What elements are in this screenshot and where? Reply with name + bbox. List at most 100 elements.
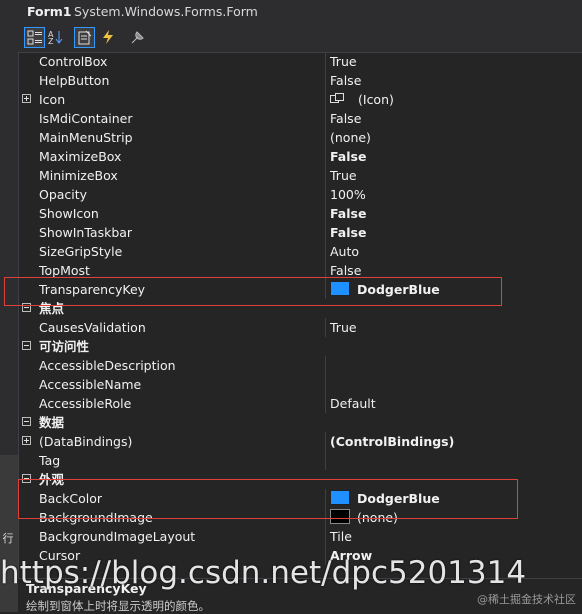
property-value-text: False [330,225,367,240]
collapse-icon[interactable] [22,417,31,426]
property-row[interactable]: Tag [18,451,582,470]
property-value[interactable]: 100% [330,185,366,204]
property-value[interactable]: False [330,223,366,242]
property-row[interactable]: AccessibleName [18,375,582,394]
property-value[interactable]: (ControlBindings) [330,432,454,451]
column-divider[interactable] [325,527,326,546]
column-divider[interactable] [325,185,326,204]
object-name: Form1 [27,4,72,19]
category-row[interactable]: 可访问性 [18,337,582,356]
categorized-icon [27,30,42,45]
property-pages-button[interactable] [128,27,149,48]
column-divider[interactable] [325,128,326,147]
column-divider[interactable] [325,318,326,337]
property-value-text: Default [330,396,376,411]
property-row[interactable]: AccessibleDescription [18,356,582,375]
property-name: CausesValidation [39,320,146,335]
column-divider[interactable] [325,242,326,261]
property-value[interactable]: (Icon) [330,90,394,109]
events-icon [103,30,113,44]
column-divider[interactable] [325,375,326,394]
property-name: IsMdiContainer [39,111,133,126]
property-value[interactable]: Default [330,394,376,413]
svg-text:Z: Z [48,37,54,45]
property-name: ShowIcon [39,206,99,221]
property-value[interactable]: False [330,71,361,90]
property-name: Opacity [39,187,88,202]
property-row[interactable]: ControlBox True [18,52,582,71]
highlight-transparencykey [4,277,502,306]
property-value[interactable]: True [330,166,357,185]
column-divider[interactable] [325,147,326,166]
property-value[interactable]: (none) [330,128,371,147]
category-label: 可访问性 [39,339,90,354]
property-value[interactable]: True [330,52,357,71]
categorized-button[interactable] [24,27,45,48]
property-pages-icon [131,31,144,44]
property-name: HelpButton [39,73,110,88]
property-row[interactable]: BackgroundImageLayout Tile [18,527,582,546]
column-divider[interactable] [325,166,326,185]
column-divider[interactable] [325,204,326,223]
property-value-text: False [330,263,362,278]
highlight-backcolor [18,479,518,519]
collapse-icon[interactable] [22,341,31,350]
alphabetical-button[interactable]: AZ [46,27,67,48]
property-value[interactable]: False [330,204,366,223]
form-icon [330,91,344,103]
expand-icon[interactable] [22,94,31,103]
property-name: MinimizeBox [39,168,118,183]
property-row[interactable]: MainMenuStrip (none) [18,128,582,147]
property-row[interactable]: HelpButton False [18,71,582,90]
expand-icon[interactable] [22,436,31,445]
category-row[interactable]: 数据 [18,413,582,432]
property-row[interactable]: IsMdiContainer False [18,109,582,128]
property-row[interactable]: ShowInTaskbar False [18,223,582,242]
property-value-text: True [330,168,357,183]
property-value-text: (Icon) [358,92,394,107]
property-value[interactable]: False [330,147,366,166]
column-divider[interactable] [325,223,326,242]
property-row[interactable]: CausesValidation True [18,318,582,337]
property-value-text: False [330,73,362,88]
property-name: MainMenuStrip [39,130,133,145]
property-name: SizeGripStyle [39,244,123,259]
property-row[interactable]: MinimizeBox True [18,166,582,185]
property-row[interactable]: (DataBindings) (ControlBindings) [18,432,582,451]
property-toolbar: AZ [18,24,582,53]
properties-icon [78,30,92,45]
watermark-credit: @稀土掘金技术社区 [477,593,576,606]
property-value[interactable]: Tile [330,527,352,546]
property-row[interactable]: ShowIcon False [18,204,582,223]
properties-button[interactable] [74,27,95,48]
watermark-url: https://blog.csdn.net/dpc5201314 [0,555,527,591]
property-row[interactable]: Icon (Icon) [18,90,582,109]
column-divider[interactable] [325,71,326,90]
property-row[interactable]: AccessibleRole Default [18,394,582,413]
category-label: 数据 [39,415,65,430]
property-value[interactable]: Auto [330,242,359,261]
events-button[interactable] [98,27,119,48]
property-value-text: Auto [330,244,360,259]
property-row[interactable]: MaximizeBox False [18,147,582,166]
object-selector[interactable]: Form1 System.Windows.Forms.Form [18,0,582,24]
column-divider[interactable] [325,90,326,109]
column-divider[interactable] [325,451,326,470]
column-divider[interactable] [325,356,326,375]
property-name: MaximizeBox [39,149,122,164]
property-name: BackgroundImageLayout [39,529,196,544]
property-value[interactable]: False [330,109,361,128]
column-divider[interactable] [325,394,326,413]
property-row[interactable]: SizeGripStyle Auto [18,242,582,261]
column-divider[interactable] [325,432,326,451]
property-name: AccessibleDescription [39,358,176,373]
property-value-text: False [330,206,367,221]
property-value-text: 100% [330,187,366,202]
property-value[interactable]: True [330,318,357,337]
property-value-text: False [330,149,367,164]
property-value-text: True [330,320,357,335]
object-type: System.Windows.Forms.Form [74,4,258,19]
column-divider[interactable] [325,109,326,128]
property-row[interactable]: Opacity 100% [18,185,582,204]
column-divider[interactable] [325,52,326,71]
